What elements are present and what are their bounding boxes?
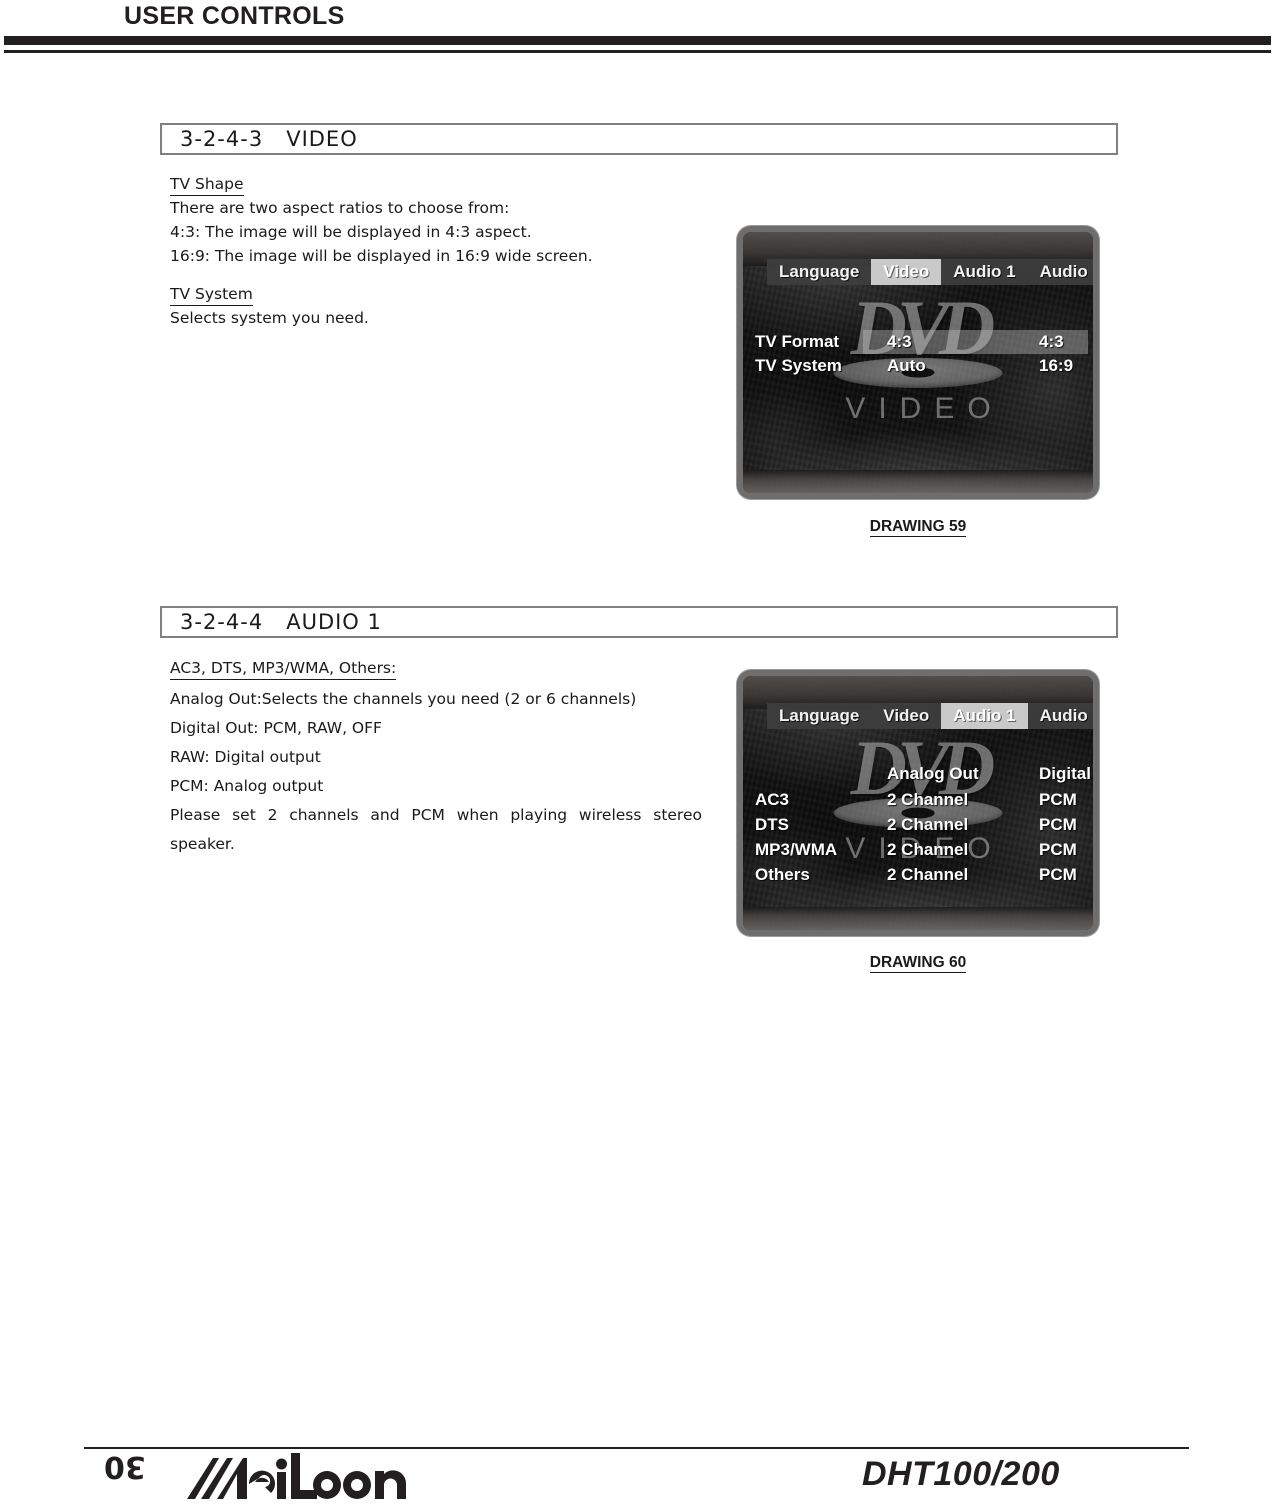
osd-row-dts[interactable]: DTS 2 Channel PCM [755, 812, 1093, 837]
osd-row-mp3wma-digital[interactable]: PCM [1039, 840, 1093, 860]
osd-row-ac3-analog[interactable]: 2 Channel [887, 790, 1039, 810]
section-header-audio1: 3-2-4-4 AUDIO 1 [160, 606, 1118, 638]
osd-row-dts-analog[interactable]: 2 Channel [887, 815, 1039, 835]
osd-row-tv-system[interactable]: TV System Auto 16:9 [755, 354, 1093, 378]
drawing-caption-59: DRAWING 59 [869, 518, 967, 537]
osd-screenshot-audio1: DVD VIDEO Language Video Audio 1 Audio 2… [737, 670, 1099, 936]
osd-row-mp3wma[interactable]: MP3/WMA 2 Channel PCM [755, 837, 1093, 862]
section-header-video: 3-2-4-3 VIDEO [160, 123, 1118, 155]
osd-row-others[interactable]: Others 2 Channel PCM [755, 862, 1093, 887]
page-number: 30 [104, 1449, 146, 1484]
tv-shape-line-2: 4:3: The image will be displayed in 4:3 … [170, 223, 532, 241]
section-video-body: TV Shape There are two aspect ratios to … [170, 172, 690, 330]
osd-column-headers: Analog Out Digital Out [755, 761, 1093, 787]
osd-tabbar-video[interactable]: Language Video Audio 1 Audio 2 [767, 259, 1093, 285]
header-rule-thick [4, 36, 1271, 45]
osd-tab-video[interactable]: Video [871, 703, 941, 729]
page-title: USER CONTROLS [124, 2, 345, 30]
osd-tab-video[interactable]: Video [871, 259, 942, 285]
osd-row-tv-format-value[interactable]: 4:3 [887, 332, 1039, 352]
section-audio1-body: AC3, DTS, MP3/WMA, Others: Analog Out:Se… [170, 655, 702, 859]
meiloon-brand-logo [185, 1452, 410, 1500]
audio-formats-heading: AC3, DTS, MP3/WMA, Others: [170, 655, 702, 681]
osd-row-tv-format-label: TV Format [755, 332, 840, 351]
digital-out-line: Digital Out: PCM, RAW, OFF [170, 719, 382, 737]
osd-bottom-strip [743, 469, 1093, 493]
osd-column-header-analog-out: Analog Out [887, 764, 979, 783]
osd-menu-video: TV Format 4:3 4:3 TV System Auto 16:9 [755, 330, 1093, 378]
osd-screen-audio1: DVD VIDEO Language Video Audio 1 Audio 2… [743, 676, 1093, 930]
osd-row-dts-label: DTS [755, 814, 789, 834]
osd-tab-language[interactable]: Language [767, 703, 871, 729]
osd-tab-audio1[interactable]: Audio 1 [941, 703, 1028, 729]
section-header-audio1-label: 3-2-4-4 AUDIO 1 [180, 610, 382, 634]
osd-row-ac3-label: AC3 [755, 789, 790, 809]
osd-row-dts-digital[interactable]: PCM [1039, 815, 1093, 835]
osd-screenshot-video: DVD VIDEO Language Video Audio 1 Audio 2… [737, 226, 1099, 499]
tv-shape-heading: TV Shape [170, 172, 690, 196]
tv-shape-line-3: 16:9: The image will be displayed in 16:… [170, 247, 593, 265]
osd-row-mp3wma-analog[interactable]: 2 Channel [887, 840, 1039, 860]
model-name: DHT100/200 [862, 1455, 1060, 1493]
osd-row-others-digital[interactable]: PCM [1039, 865, 1093, 885]
osd-row-ac3[interactable]: AC3 2 Channel PCM [755, 787, 1093, 812]
tv-system-line-1: Selects system you need. [170, 309, 369, 327]
header-rule-thin [4, 50, 1271, 53]
drawing-caption-60: DRAWING 60 [869, 954, 967, 973]
footer-rule [84, 1447, 1189, 1449]
wireless-speaker-note: Please set 2 channels and PCM when playi… [170, 806, 702, 853]
osd-tab-language[interactable]: Language [767, 259, 871, 285]
analog-out-paragraph: Analog Out:Selects the channels you need… [170, 690, 637, 708]
osd-row-tv-format[interactable]: TV Format 4:3 4:3 [755, 330, 1093, 354]
osd-row-others-label: Others [755, 864, 810, 884]
pcm-definition-line: PCM: Analog output [170, 777, 324, 795]
osd-bottom-strip [743, 907, 1093, 930]
osd-tab-audio2[interactable]: Audio 2 [1028, 259, 1093, 285]
raw-definition-line: RAW: Digital output [170, 748, 321, 766]
osd-row-mp3wma-label: MP3/WMA [755, 839, 838, 859]
osd-tab-audio1[interactable]: Audio 1 [941, 259, 1027, 285]
osd-row-tv-system-option[interactable]: 16:9 [1039, 356, 1093, 376]
osd-screen-video: DVD VIDEO Language Video Audio 1 Audio 2… [743, 232, 1093, 493]
osd-row-tv-system-label: TV System [755, 356, 842, 375]
osd-menu-audio1: Analog Out Digital Out AC3 2 Channel PCM… [755, 761, 1093, 887]
tv-system-heading: TV System [170, 282, 690, 306]
osd-row-others-analog[interactable]: 2 Channel [887, 865, 1039, 885]
osd-row-ac3-digital[interactable]: PCM [1039, 790, 1093, 810]
osd-tab-audio2[interactable]: Audio 2 [1028, 703, 1093, 729]
meiloon-logo-svg [187, 1453, 407, 1499]
osd-tabbar-audio1[interactable]: Language Video Audio 1 Audio 2 [767, 703, 1093, 729]
page-header: USER CONTROLS [0, 0, 1275, 60]
osd-row-tv-format-option[interactable]: 4:3 [1039, 332, 1093, 352]
tv-shape-line-1: There are two aspect ratios to choose fr… [170, 199, 510, 217]
section-header-video-label: 3-2-4-3 VIDEO [180, 127, 358, 151]
osd-row-tv-system-value[interactable]: Auto [887, 356, 1039, 376]
osd-column-header-digital-out: Digital Out [1039, 764, 1093, 783]
